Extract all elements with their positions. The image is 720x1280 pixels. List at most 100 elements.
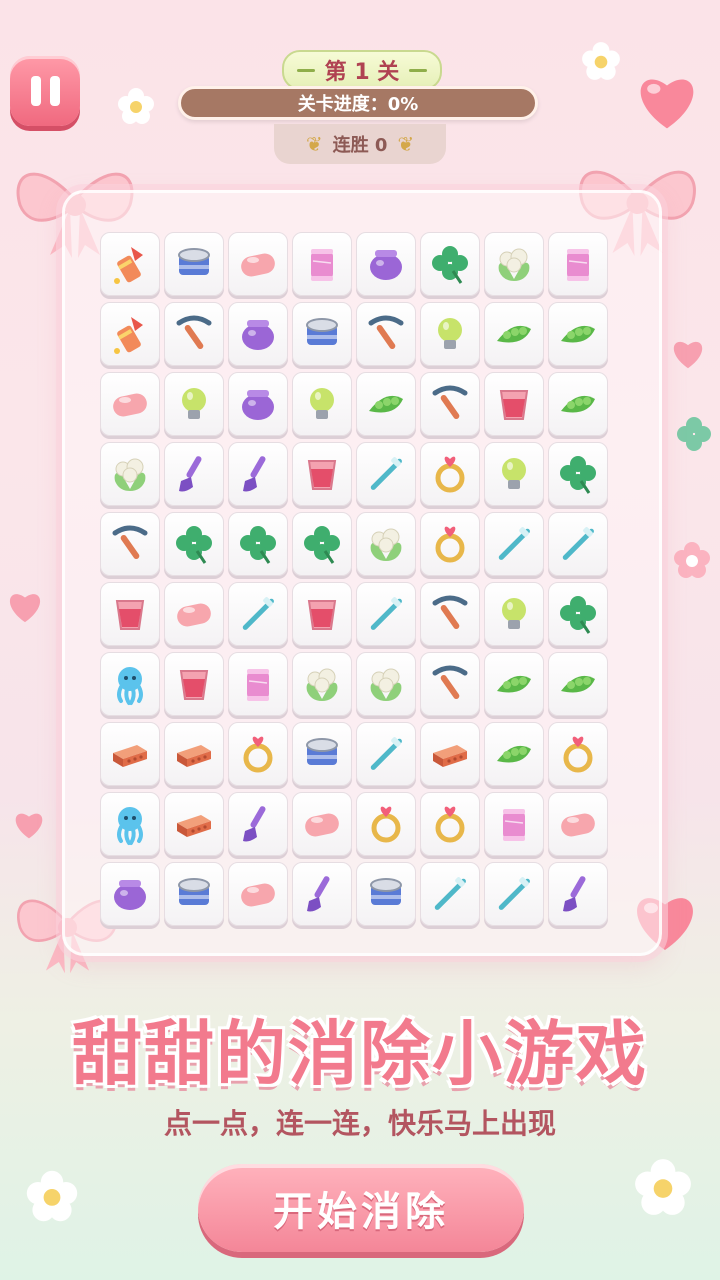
start-button[interactable]: 开始消除 — [198, 1164, 524, 1252]
ring-icon — [435, 456, 465, 493]
clover-icon — [560, 456, 596, 494]
tile-bulb[interactable] — [420, 302, 480, 366]
tile-firework[interactable] — [100, 302, 160, 366]
tile-brush[interactable] — [292, 862, 352, 926]
peas-icon — [561, 675, 595, 693]
tile-clover[interactable] — [420, 232, 480, 296]
tile-cauliflower[interactable] — [484, 232, 544, 296]
soap-icon — [241, 253, 275, 277]
tile-bulb[interactable] — [292, 372, 352, 436]
tile-brush[interactable] — [228, 792, 288, 856]
thread-icon — [311, 249, 333, 281]
tile-cauliflower[interactable] — [292, 652, 352, 716]
tile-can[interactable] — [164, 232, 224, 296]
tile-brick[interactable] — [420, 722, 480, 786]
tile-pot[interactable] — [228, 372, 288, 436]
tile-clover[interactable] — [548, 582, 608, 646]
cup-icon — [179, 670, 209, 700]
tile-ring[interactable] — [420, 512, 480, 576]
tile-soap[interactable] — [228, 862, 288, 926]
peas-icon — [561, 395, 595, 413]
ring-icon — [563, 736, 593, 773]
tile-toothbrush[interactable] — [548, 512, 608, 576]
tile-toothbrush[interactable] — [356, 582, 416, 646]
tile-soap[interactable] — [548, 792, 608, 856]
tile-toothbrush[interactable] — [356, 442, 416, 506]
tile-octopus[interactable] — [100, 792, 160, 856]
tile-brick[interactable] — [100, 722, 160, 786]
toothbrush-icon — [498, 527, 530, 560]
tile-thread[interactable] — [548, 232, 608, 296]
ring-icon — [371, 806, 401, 843]
tile-toothbrush[interactable] — [228, 582, 288, 646]
tile-toothbrush[interactable] — [420, 862, 480, 926]
peas-icon — [561, 325, 595, 343]
tile-ring[interactable] — [420, 442, 480, 506]
tile-ring[interactable] — [228, 722, 288, 786]
tile-soap[interactable] — [228, 232, 288, 296]
tile-cup[interactable] — [292, 442, 352, 506]
soap-icon — [241, 883, 275, 907]
tile-thread[interactable] — [228, 652, 288, 716]
tile-pickaxe[interactable] — [420, 652, 480, 716]
tile-bulb[interactable] — [484, 442, 544, 506]
tile-brick[interactable] — [164, 722, 224, 786]
tile-brush[interactable] — [228, 442, 288, 506]
cauliflower-icon — [306, 668, 338, 701]
tile-ring[interactable] — [420, 792, 480, 856]
tile-pot[interactable] — [356, 232, 416, 296]
tile-bulb[interactable] — [484, 582, 544, 646]
tile-clover[interactable] — [548, 442, 608, 506]
tile-cup[interactable] — [484, 372, 544, 436]
tile-firework[interactable] — [100, 232, 160, 296]
pot-icon — [370, 250, 402, 280]
tile-pot[interactable] — [100, 862, 160, 926]
tile-peas[interactable] — [548, 302, 608, 366]
tile-peas[interactable] — [484, 302, 544, 366]
tile-pickaxe[interactable] — [420, 582, 480, 646]
tile-can[interactable] — [292, 302, 352, 366]
tile-peas[interactable] — [548, 372, 608, 436]
tile-pickaxe[interactable] — [356, 302, 416, 366]
pause-button[interactable] — [10, 56, 80, 126]
tile-octopus[interactable] — [100, 652, 160, 716]
tile-brush[interactable] — [164, 442, 224, 506]
tile-soap[interactable] — [292, 792, 352, 856]
tile-thread[interactable] — [292, 232, 352, 296]
tile-clover[interactable] — [164, 512, 224, 576]
clover-icon — [176, 526, 212, 564]
flower-icon — [118, 88, 154, 124]
tile-soap[interactable] — [100, 372, 160, 436]
tile-pickaxe[interactable] — [420, 372, 480, 436]
tile-brush[interactable] — [548, 862, 608, 926]
tile-can[interactable] — [292, 722, 352, 786]
tile-pickaxe[interactable] — [100, 512, 160, 576]
tile-ring[interactable] — [548, 722, 608, 786]
tile-pot[interactable] — [228, 302, 288, 366]
tile-cauliflower[interactable] — [356, 652, 416, 716]
level-progress-bar: 关卡进度：0% — [178, 86, 538, 120]
tile-cup[interactable] — [100, 582, 160, 646]
tile-can[interactable] — [356, 862, 416, 926]
tile-clover[interactable] — [228, 512, 288, 576]
tile-soap[interactable] — [164, 582, 224, 646]
tile-clover[interactable] — [292, 512, 352, 576]
tile-cup[interactable] — [164, 652, 224, 716]
tile-cauliflower[interactable] — [356, 512, 416, 576]
tile-toothbrush[interactable] — [356, 722, 416, 786]
tile-peas[interactable] — [548, 652, 608, 716]
tile-toothbrush[interactable] — [484, 512, 544, 576]
tile-can[interactable] — [164, 862, 224, 926]
tile-bulb[interactable] — [164, 372, 224, 436]
tile-ring[interactable] — [356, 792, 416, 856]
tile-peas[interactable] — [356, 372, 416, 436]
tile-brick[interactable] — [164, 792, 224, 856]
tile-peas[interactable] — [484, 652, 544, 716]
tile-peas[interactable] — [484, 722, 544, 786]
peas-icon — [497, 325, 531, 343]
tile-thread[interactable] — [484, 792, 544, 856]
tile-cup[interactable] — [292, 582, 352, 646]
tile-cauliflower[interactable] — [100, 442, 160, 506]
tile-toothbrush[interactable] — [484, 862, 544, 926]
tile-pickaxe[interactable] — [164, 302, 224, 366]
